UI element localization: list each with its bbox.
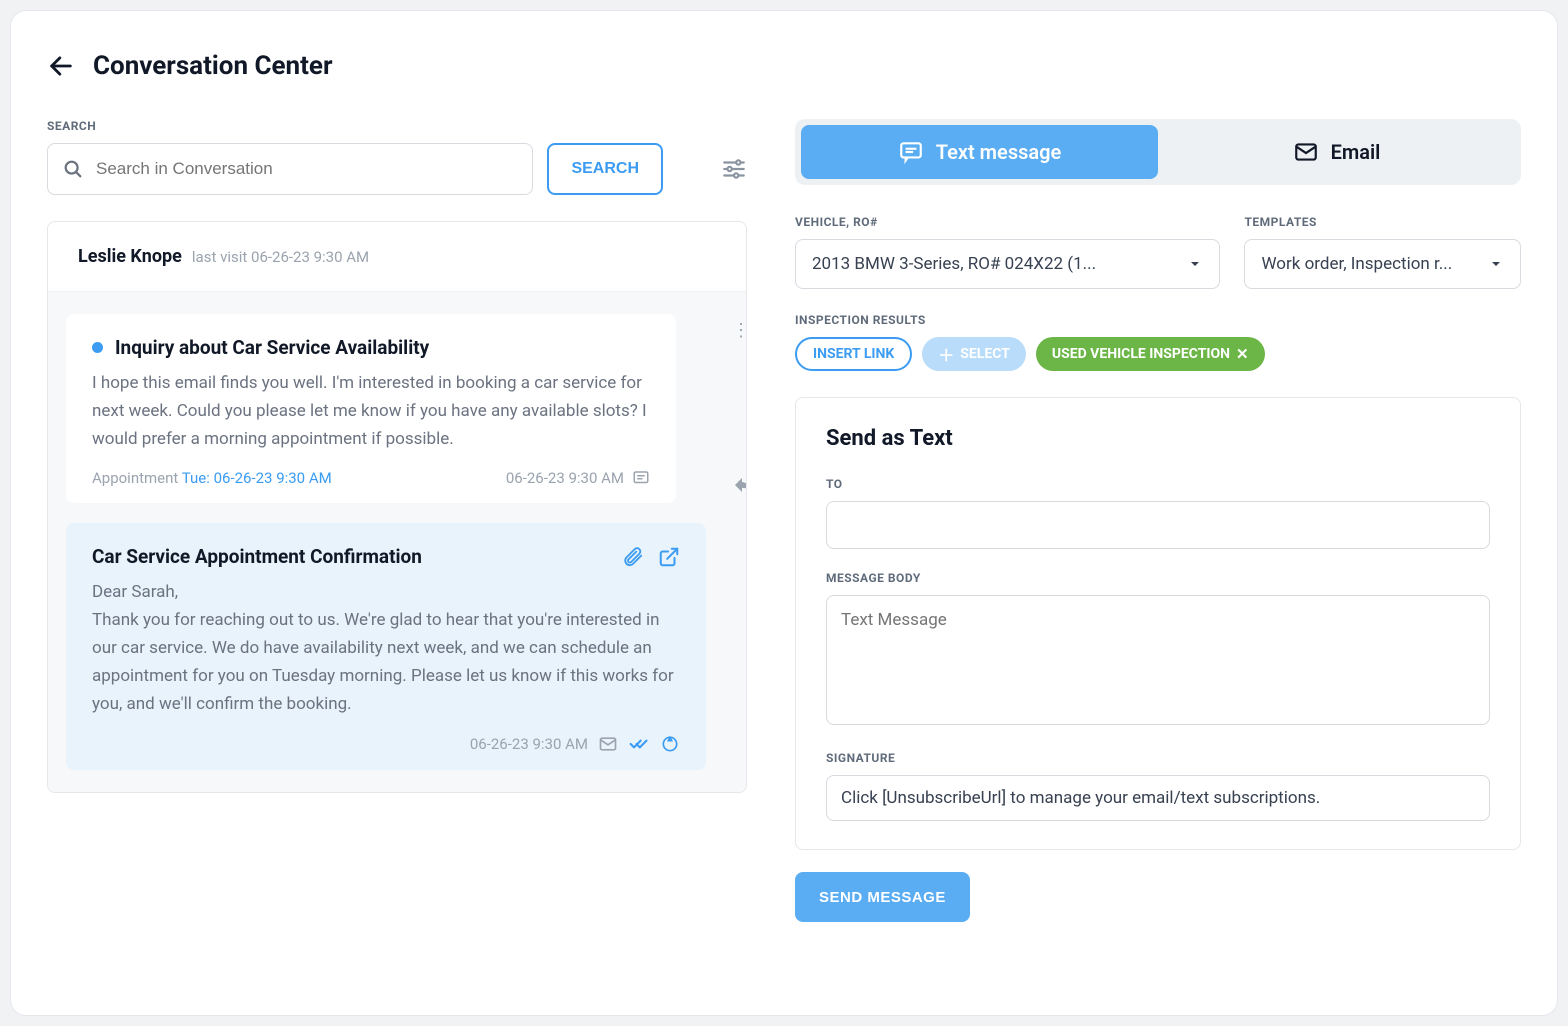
to-field[interactable] bbox=[826, 501, 1490, 549]
reply-body: Dear Sarah, Thank you for reaching out t… bbox=[92, 578, 680, 718]
signature-label: SIGNATURE bbox=[826, 751, 1490, 765]
reply-timestamp: 06-26-23 9:30 AM bbox=[470, 735, 588, 753]
open-external-icon[interactable] bbox=[658, 546, 680, 568]
close-icon[interactable]: ✕ bbox=[1236, 345, 1249, 363]
template-label: TEMPLATES bbox=[1244, 215, 1521, 229]
select-chip[interactable]: ＋ SELECT bbox=[922, 337, 1026, 371]
vehicle-select[interactable]: 2013 BMW 3-Series, RO# 024X22 (1... bbox=[795, 239, 1220, 289]
attachment-icon[interactable] bbox=[622, 546, 644, 568]
search-input[interactable] bbox=[96, 159, 518, 179]
inspection-label: INSPECTION RESULTS bbox=[795, 313, 1521, 327]
page-title: Conversation Center bbox=[93, 51, 332, 81]
message-card-reply[interactable]: Car Service Appointment Confirmation bbox=[66, 523, 706, 770]
reply-arrow-icon[interactable] bbox=[732, 473, 746, 497]
insert-link-chip[interactable]: INSERT LINK bbox=[795, 337, 912, 371]
signature-field[interactable] bbox=[826, 775, 1490, 821]
customer-name: Leslie Knope bbox=[78, 246, 182, 267]
search-button[interactable]: SEARCH bbox=[547, 143, 663, 195]
body-label: MESSAGE BODY bbox=[826, 571, 1490, 585]
conversation-body[interactable]: Inquiry about Car Service Availability I… bbox=[48, 292, 746, 792]
chevron-down-icon bbox=[1187, 256, 1203, 272]
tracking-icon bbox=[660, 734, 680, 754]
unread-dot-icon bbox=[92, 342, 103, 353]
search-icon bbox=[62, 158, 84, 180]
message-body: I hope this email finds you well. I'm in… bbox=[92, 369, 650, 453]
message-card-incoming[interactable]: Inquiry about Car Service Availability I… bbox=[66, 314, 676, 503]
compose-panel: Send as Text TO MESSAGE BODY SIGNATURE bbox=[795, 397, 1521, 850]
message-type-icon bbox=[632, 469, 650, 487]
send-message-button[interactable]: SEND MESSAGE bbox=[795, 872, 970, 922]
search-label: SEARCH bbox=[47, 119, 747, 133]
text-message-icon bbox=[898, 139, 924, 165]
to-label: TO bbox=[826, 477, 1490, 491]
read-receipt-icon bbox=[628, 734, 650, 754]
appointment-label: Appointment bbox=[92, 469, 178, 487]
conversation-panel: Leslie Knope last visit 06-26-23 9:30 AM… bbox=[47, 221, 747, 793]
back-arrow-icon[interactable] bbox=[47, 52, 75, 80]
search-and-conversation: SEARCH SEARCH Leslie Knope last visit 06… bbox=[47, 119, 747, 922]
compose-title: Send as Text bbox=[826, 426, 1490, 451]
appointment-time: Tue: 06-26-23 9:30 AM bbox=[182, 469, 332, 487]
inspection-tag-chip[interactable]: USED VEHICLE INSPECTION ✕ bbox=[1036, 337, 1265, 371]
email-icon bbox=[1293, 139, 1319, 165]
conversation-center-frame: Conversation Center SEARCH SEARCH L bbox=[10, 10, 1558, 1016]
filter-icon[interactable] bbox=[721, 156, 747, 182]
page-header: Conversation Center bbox=[47, 51, 1521, 81]
template-select[interactable]: Work order, Inspection r... bbox=[1244, 239, 1521, 289]
tab-text-message[interactable]: Text message bbox=[801, 125, 1158, 179]
vehicle-label: VEHICLE, RO# bbox=[795, 215, 1220, 229]
message-menu-icon[interactable]: ⋮ bbox=[732, 328, 746, 333]
search-input-wrapper[interactable] bbox=[47, 143, 533, 195]
tab-email[interactable]: Email bbox=[1158, 125, 1515, 179]
message-body-field[interactable] bbox=[826, 595, 1490, 725]
envelope-icon bbox=[598, 734, 618, 754]
last-visit: last visit 06-26-23 9:30 AM bbox=[192, 248, 369, 266]
plus-icon: ＋ bbox=[938, 342, 954, 366]
reply-subject: Car Service Appointment Confirmation bbox=[92, 545, 422, 568]
message-timestamp: 06-26-23 9:30 AM bbox=[506, 469, 624, 487]
composer-column: Text message Email VEHICLE, RO# 2013 BMW… bbox=[795, 119, 1521, 922]
conversation-header: Leslie Knope last visit 06-26-23 9:30 AM bbox=[48, 222, 746, 292]
channel-tabs: Text message Email bbox=[795, 119, 1521, 185]
chevron-down-icon bbox=[1488, 256, 1504, 272]
message-subject: Inquiry about Car Service Availability bbox=[115, 336, 429, 359]
